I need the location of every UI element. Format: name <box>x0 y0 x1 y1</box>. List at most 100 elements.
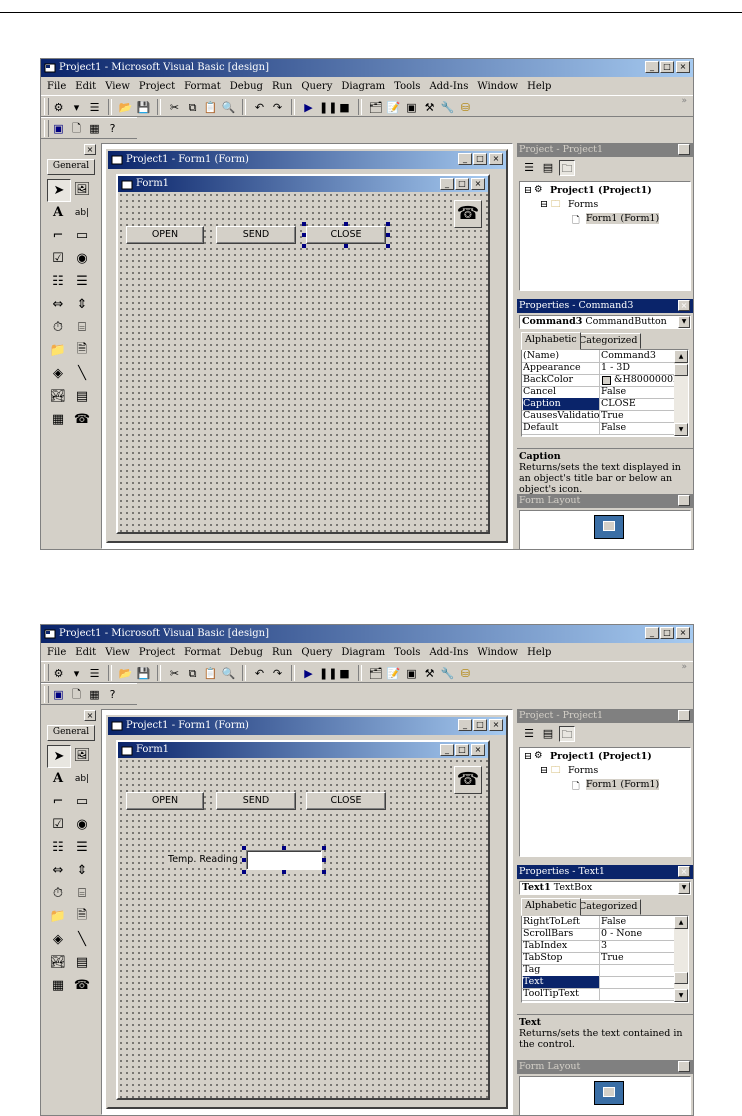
close-button-resize-handle[interactable] <box>302 222 306 226</box>
close-command-button[interactable]: CLOSE <box>306 226 386 244</box>
designer-maximize-button[interactable]: □ <box>473 719 487 731</box>
combobox-tool-icon[interactable]: ☷ <box>47 837 69 858</box>
toggle-folders-icon[interactable]: 🗀 <box>559 160 575 176</box>
new-page-icon[interactable]: 🗋 <box>69 687 84 702</box>
filelistbox-tool-icon[interactable]: 🗎 <box>71 906 93 927</box>
tab-alphabetic[interactable]: Alphabetic <box>521 332 581 350</box>
property-value[interactable]: Command3 <box>601 350 675 361</box>
form1-close-button[interactable]: × <box>471 178 485 190</box>
ole-tool-icon[interactable]: ▦ <box>47 409 69 430</box>
scroll-thumb[interactable] <box>674 364 688 376</box>
close-command-button[interactable]: CLOSE <box>306 792 386 810</box>
tree-project-root[interactable]: Project1 (Project1) <box>550 185 652 196</box>
form1-window[interactable]: Form1 _ □ × OPEN SEND CLOSE ☎ <box>116 174 490 534</box>
tree-collapse-icon[interactable]: ⊟ <box>524 185 532 196</box>
form-layout-icon[interactable]: ▣ <box>404 666 419 681</box>
menu-diagram[interactable]: Diagram <box>341 647 385 658</box>
textbox-resize-handle[interactable] <box>322 870 326 874</box>
vscrollbar-tool-icon[interactable]: ⇕ <box>71 294 93 315</box>
property-value[interactable]: False <box>601 422 675 433</box>
object-browser-icon[interactable]: ⚒ <box>422 666 437 681</box>
form-layout-close-button[interactable]: × <box>678 1061 690 1072</box>
property-value[interactable]: 0 - None <box>601 928 675 939</box>
view-code-icon[interactable]: ☰ <box>521 160 537 176</box>
listbox-tool-icon[interactable]: ☰ <box>71 271 93 292</box>
image-tool-icon[interactable]: 🏞 <box>47 952 69 973</box>
toggle-folders-icon[interactable]: 🗀 <box>559 726 575 742</box>
start-icon[interactable]: ▶ <box>301 666 316 681</box>
form1-design-surface[interactable]: OPEN SEND CLOSE ☎ Temp. Reading <box>118 758 488 1098</box>
break-icon[interactable]: ❚❚ <box>319 666 337 681</box>
picturebox-tool-icon[interactable]: 🖼 <box>71 179 93 200</box>
menu-tools[interactable]: Tools <box>394 81 420 92</box>
image-tool-icon[interactable]: 🏞 <box>47 386 69 407</box>
toolbox-tab-general[interactable]: General <box>47 725 95 741</box>
data-tool-icon[interactable]: ▤ <box>71 952 93 973</box>
undo-icon[interactable]: ↶ <box>252 100 267 115</box>
grid-icon[interactable]: ▦ <box>87 687 102 702</box>
close-button-resize-handle[interactable] <box>344 244 348 248</box>
menu-help[interactable]: Help <box>527 81 551 92</box>
copy-icon[interactable]: ⧉ <box>185 666 200 681</box>
drivelistbox-tool-icon[interactable]: ⌸ <box>71 883 93 904</box>
frame-tool-icon[interactable]: ⌐ <box>47 791 69 812</box>
help-icon[interactable]: ? <box>105 687 120 702</box>
pointer-tool-icon[interactable]: ➤ <box>47 745 71 768</box>
start-icon[interactable]: ▶ <box>301 100 316 115</box>
toolbox-close-button[interactable]: × <box>84 710 96 721</box>
combo-arrow-icon[interactable]: ▼ <box>678 882 690 894</box>
form-layout-icon[interactable]: ▣ <box>404 100 419 115</box>
tab-categorized[interactable]: Categorized <box>575 333 642 349</box>
properties-close-button[interactable]: × <box>678 866 690 877</box>
copy-icon[interactable]: ⧉ <box>185 100 200 115</box>
form1-design-surface[interactable]: OPEN SEND CLOSE ☎ <box>118 192 488 532</box>
tree-forms-folder[interactable]: Forms <box>568 765 598 776</box>
picturebox-tool-icon[interactable]: 🖼 <box>71 745 93 766</box>
menu-format[interactable]: Format <box>184 81 221 92</box>
property-grid-scrollbar[interactable]: ▲ ▼ <box>674 350 688 436</box>
monitor-preview-icon[interactable] <box>594 1081 624 1105</box>
tree-project-root[interactable]: Project1 (Project1) <box>550 751 652 762</box>
new-page-icon[interactable]: 🗋 <box>69 121 84 136</box>
temp-reading-label[interactable]: Temp. Reading <box>166 854 240 865</box>
tree-folder-collapse-icon[interactable]: ⊟ <box>540 765 548 776</box>
view-object-icon[interactable]: ▤ <box>540 160 556 176</box>
tree-forms-folder[interactable]: Forms <box>568 199 598 210</box>
menu-file[interactable]: File <box>47 81 66 92</box>
checkbox-tool-icon[interactable]: ☑ <box>47 248 69 269</box>
temp-reading-textbox[interactable] <box>246 850 322 870</box>
designer-minimize-button[interactable]: _ <box>458 719 472 731</box>
menu-edit[interactable]: Edit <box>75 647 96 658</box>
menu-format[interactable]: Format <box>184 647 221 658</box>
monitor-preview-icon[interactable] <box>594 515 624 539</box>
drivelistbox-tool-icon[interactable]: ⌸ <box>71 317 93 338</box>
menu-run[interactable]: Run <box>272 81 292 92</box>
dirlistbox-tool-icon[interactable]: 📁 <box>47 906 69 927</box>
vscrollbar-tool-icon[interactable]: ⇕ <box>71 860 93 881</box>
paste-icon[interactable]: 📋 <box>203 100 218 115</box>
close-button[interactable]: × <box>676 627 690 639</box>
form-icon[interactable]: ▣ <box>51 687 66 702</box>
commandbutton-tool-icon[interactable]: ▭ <box>71 791 93 812</box>
frame-tool-icon[interactable]: ⌐ <box>47 225 69 246</box>
close-button-resize-handle[interactable] <box>386 233 390 237</box>
property-value[interactable]: True <box>601 410 675 421</box>
hscrollbar-tool-icon[interactable]: ⇔ <box>47 860 69 881</box>
textbox-tool-icon[interactable]: ab| <box>71 202 93 223</box>
pointer-tool-icon[interactable]: ➤ <box>47 179 71 202</box>
line-tool-icon[interactable]: ╲ <box>71 929 93 950</box>
toolbar-overflow-icon[interactable]: » <box>681 662 687 672</box>
add-form-icon[interactable]: ▾ <box>69 100 84 115</box>
combo-arrow-icon[interactable]: ▼ <box>678 316 690 328</box>
property-row[interactable]: ToolTipText <box>522 988 676 1001</box>
toolbox-icon[interactable]: 🔧 <box>440 666 455 681</box>
save-icon[interactable]: 💾 <box>136 100 151 115</box>
tab-categorized[interactable]: Categorized <box>575 899 642 915</box>
object-selector-combo[interactable]: Text1 TextBox ▼ <box>519 881 691 895</box>
form1-close-button[interactable]: × <box>471 744 485 756</box>
scroll-down-icon[interactable]: ▼ <box>674 423 688 436</box>
mscomm-control-icon[interactable]: ☎ <box>454 766 482 794</box>
tree-form1-item[interactable]: Form1 (Form1) <box>586 213 660 224</box>
ole-tool-icon[interactable]: ▦ <box>47 975 69 996</box>
label-tool-icon[interactable]: A <box>47 202 69 223</box>
